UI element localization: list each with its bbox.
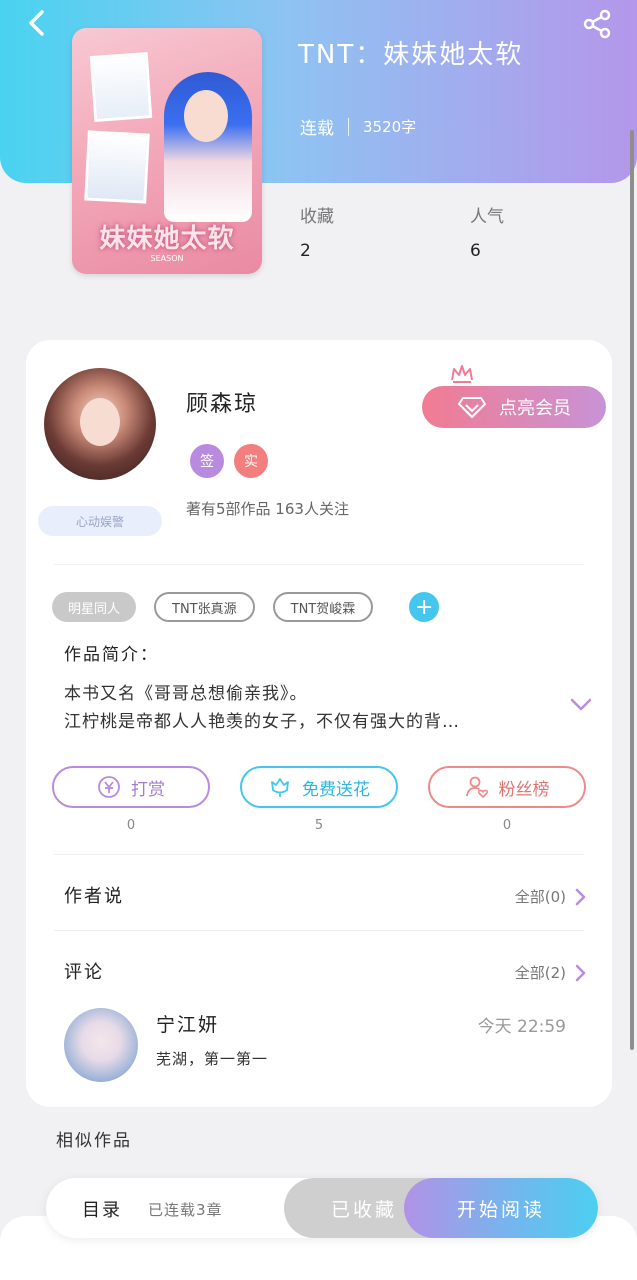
reward-label: 打赏: [131, 779, 165, 800]
tag-item[interactable]: 明星同人: [52, 592, 137, 622]
cover-title-art: 妹妹她太软: [99, 224, 235, 254]
author-name[interactable]: 顾森琼: [186, 386, 258, 418]
author-badges: 签 实: [190, 444, 268, 478]
flower-count: 5: [314, 818, 324, 833]
comments-label: 评论: [64, 962, 104, 983]
author-says-more[interactable]: 全部(0): [515, 886, 586, 907]
crown-icon: [451, 365, 473, 383]
signed-badge: 签: [190, 444, 224, 478]
free-flower-button[interactable]: 免费送花: [240, 766, 398, 808]
stat-value: 2: [300, 241, 311, 261]
stat-favorites: 收藏 2: [300, 202, 334, 261]
stat-value: 6: [470, 241, 481, 261]
author-says-count: 全部(0): [514, 888, 566, 906]
intro-label: 作品简介：: [64, 645, 159, 665]
author-avatar[interactable]: [44, 368, 156, 480]
book-status: 连载: [300, 119, 334, 139]
comments-count: 全部(2): [514, 964, 566, 982]
book-word-count: 3520字: [363, 118, 417, 136]
fans-rank-button[interactable]: 粉丝榜: [428, 766, 586, 808]
intro-line: 江柠桃是帝都人人艳羡的女子，不仅有强大的背…: [64, 712, 460, 732]
tag-item[interactable]: TNT张真源: [154, 592, 255, 622]
comment-time: 今天 22:59: [477, 1017, 566, 1037]
divider: [54, 564, 584, 565]
book-meta: 连载 3520字: [300, 114, 416, 139]
fans-count: 0: [502, 818, 512, 833]
stat-label: 人气: [470, 207, 504, 227]
scrollbar[interactable]: [630, 130, 634, 1050]
cover-photo: [89, 52, 153, 122]
flower-label: 免费送花: [302, 779, 370, 800]
meta-divider: [348, 117, 349, 136]
chevron-right-icon: [575, 888, 586, 905]
intro-text[interactable]: 本书又名《哥哥总想偷亲我》。 江柠桃是帝都人人艳羡的女子，不仅有强大的背…: [64, 680, 544, 736]
similar-works-label: 相似作品: [56, 1131, 132, 1151]
chevron-right-icon: [575, 964, 586, 981]
serial-status: 已连载3章: [148, 1201, 223, 1219]
share-icon: [583, 9, 611, 39]
intro-line: 本书又名《哥哥总想偷亲我》。: [64, 684, 308, 704]
bottom-action-bar: 目录 已连载3章 已收藏 开始阅读: [46, 1178, 598, 1238]
cover-subtitle: SEASON: [150, 254, 184, 263]
stat-popularity: 人气 6: [470, 202, 504, 261]
vip-button[interactable]: 点亮会员: [422, 386, 606, 428]
verified-badge: 实: [234, 444, 268, 478]
stat-label: 收藏: [300, 207, 334, 227]
coin-icon: [98, 776, 120, 798]
book-title: TNT：妹妹她太软: [298, 40, 524, 70]
comments-more[interactable]: 全部(2): [515, 962, 586, 983]
divider: [54, 930, 584, 931]
cover-photo: [84, 130, 150, 204]
toc-button[interactable]: 目录: [82, 1196, 122, 1222]
author-says-label: 作者说: [64, 886, 124, 907]
diamond-icon: [458, 397, 486, 418]
reward-count: 0: [126, 818, 136, 833]
user-heart-icon: [465, 776, 488, 799]
author-mood-tag: 心动娱警: [38, 506, 162, 536]
reward-button[interactable]: 打赏: [52, 766, 210, 808]
book-cover[interactable]: 妹妹她太软 SEASON: [72, 28, 262, 274]
commenter-name[interactable]: 宁江妍: [156, 1010, 219, 1037]
flower-action: 免费送花 5: [240, 766, 398, 833]
tag-item[interactable]: TNT贺峻霖: [272, 592, 374, 622]
detail-card: 顾森琼 签 实 著有5部作品 163人关注 心动娱警 点亮会员 明星同人 TNT…: [26, 340, 612, 1107]
share-button[interactable]: [581, 8, 613, 40]
cover-figure-face: [184, 90, 228, 142]
tag-list: 明星同人 TNT张真源 TNT贺峻霖 +: [52, 592, 440, 622]
chevron-down-icon[interactable]: [570, 698, 592, 712]
commenter-avatar[interactable]: [64, 1008, 138, 1082]
fans-action: 粉丝榜 0: [428, 766, 586, 833]
back-arrow-icon: [29, 10, 44, 36]
vip-button-label: 点亮会员: [499, 398, 571, 419]
author-stats: 著有5部作品 163人关注: [186, 500, 349, 518]
fans-label: 粉丝榜: [498, 779, 550, 800]
back-button[interactable]: [22, 8, 52, 38]
add-tag-button[interactable]: +: [409, 592, 440, 622]
divider: [54, 854, 584, 855]
reward-action: 打赏 0: [52, 766, 210, 833]
comment-text: 芜湖，第一第一: [156, 1050, 269, 1068]
action-buttons: 打赏 0 免费送花 5 粉丝榜 0: [52, 766, 586, 833]
flower-icon: [271, 778, 289, 797]
start-reading-button[interactable]: 开始阅读: [404, 1178, 598, 1238]
